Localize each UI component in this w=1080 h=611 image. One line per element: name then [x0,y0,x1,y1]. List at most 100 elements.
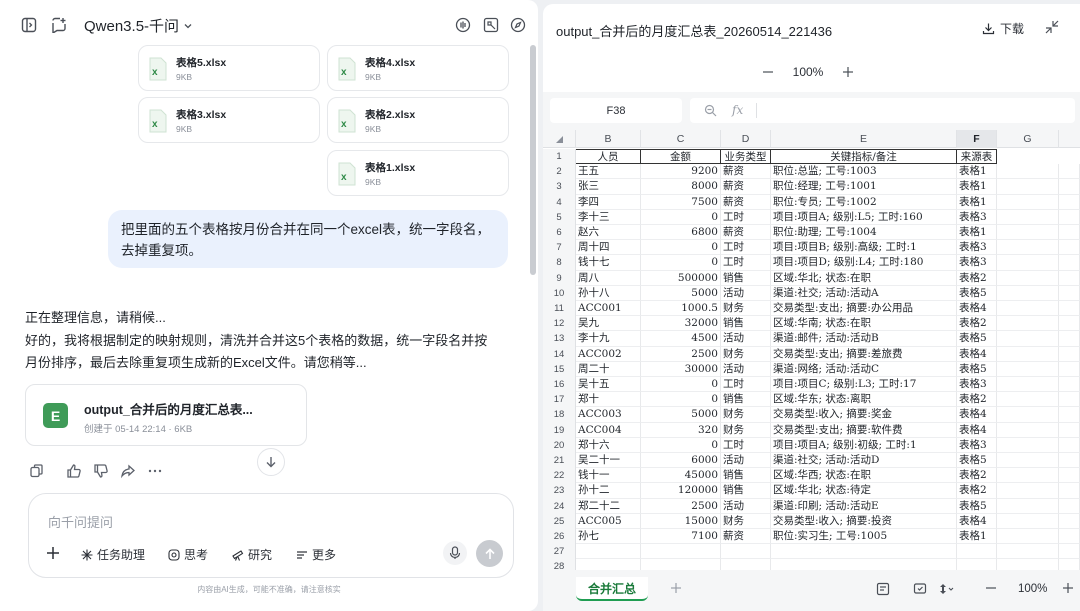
cell-name-box[interactable]: F38 [550,98,682,123]
zoom-out-icon[interactable] [985,582,997,594]
sheet-list-icon[interactable] [876,582,890,596]
sheet-cell[interactable]: 表格2 [957,483,997,499]
sheet-cell[interactable] [957,559,997,570]
download-button[interactable]: 下载 [982,20,1024,37]
image-icon[interactable] [482,16,500,34]
sheet-cell[interactable]: 表格4 [957,346,997,362]
sheet-cell[interactable] [1059,392,1080,408]
add-sheet-icon[interactable] [670,582,682,594]
row-number[interactable]: 26 [543,529,576,545]
column-header[interactable]: E [771,130,957,148]
row-number[interactable]: 11 [543,301,576,317]
research-button[interactable]: 研究 [232,546,272,563]
row-number[interactable]: 19 [543,422,576,438]
column-header[interactable]: B [576,130,641,148]
sheet-cell[interactable]: 财务 [721,301,771,317]
sheet-cell[interactable]: 区域:华北; 状态:在职 [771,270,957,286]
sheet-cell[interactable] [997,377,1059,393]
sheet-cell[interactable] [1059,453,1080,469]
sheet-cell[interactable] [997,316,1059,332]
sheet-cell[interactable]: 李四 [576,194,641,210]
more-options-icon[interactable] [147,463,163,479]
sheet-cell[interactable]: 工时 [721,209,771,225]
sheet-cell[interactable]: 职位:实习生; 工号:1005 [771,529,957,545]
sheet-cell[interactable]: 项目:项目D; 级别:L4; 工时:180 [771,255,957,271]
sheet-cell[interactable]: 交易类型:收入; 摘要:投资 [771,513,957,529]
send-icon[interactable] [476,540,503,567]
search-icon[interactable] [704,104,717,117]
sheet-cell[interactable]: 渠道:社交; 活动:活动D [771,453,957,469]
chat-input-placeholder[interactable]: 向千问提问 [48,512,113,531]
sheet-cell[interactable]: 表格5 [957,331,997,347]
sheet-cell[interactable] [1059,209,1080,225]
sheet-cell[interactable]: 7500 [641,194,721,210]
sheet-cell[interactable] [1059,194,1080,210]
sheet-cell[interactable]: 32000 [641,316,721,332]
row-number[interactable]: 8 [543,255,576,271]
sheet-cell[interactable]: 表格1 [957,225,997,241]
sheet-cell[interactable] [997,407,1059,423]
sheet-cell[interactable]: 2500 [641,498,721,514]
sheet-cell[interactable]: 项目:项目A; 级别:初级; 工时:1 [771,437,957,453]
sheet-cell[interactable]: 人员 [576,149,641,165]
sheet-cell[interactable]: 0 [641,437,721,453]
sheet-cell[interactable]: 钱十七 [576,255,641,271]
sheet-cell[interactable]: 表格3 [957,377,997,393]
row-number[interactable]: 7 [543,240,576,256]
sheet-cell[interactable]: 交易类型:支出; 摘要:办公用品 [771,301,957,317]
sheet-cell[interactable] [1059,285,1080,301]
sheet-cell[interactable] [997,240,1059,256]
sheet-cell[interactable]: 表格3 [957,240,997,256]
row-number[interactable]: 27 [543,544,576,560]
sheet-cell[interactable] [1059,164,1080,180]
voice-call-icon[interactable] [454,16,472,34]
sheet-cell[interactable]: 活动 [721,331,771,347]
collapse-icon[interactable] [1045,20,1059,34]
sheet-cell[interactable]: 交易类型:支出; 摘要:软件费 [771,422,957,438]
sheet-cell[interactable]: 孙十八 [576,285,641,301]
copy-icon[interactable] [29,463,45,479]
row-number[interactable]: 12 [543,316,576,332]
row-number[interactable]: 4 [543,194,576,210]
sheet-cell[interactable] [1059,544,1080,560]
sheet-cell[interactable]: 320 [641,422,721,438]
file-attachment[interactable]: x 表格4.xlsx 9KB [327,45,509,91]
sheet-cell[interactable] [997,301,1059,317]
file-attachment[interactable]: x 表格2.xlsx 9KB [327,97,509,143]
row-number[interactable]: 9 [543,270,576,286]
sheet-cell[interactable]: 吴十五 [576,377,641,393]
sheet-cell[interactable]: ACC005 [576,513,641,529]
sheet-cell[interactable]: 0 [641,209,721,225]
sheet-cell[interactable] [771,559,957,570]
sheet-cell[interactable] [1059,377,1080,393]
sheet-cell[interactable]: 财务 [721,346,771,362]
sheet-cell[interactable] [997,270,1059,286]
sheet-cell[interactable] [997,544,1059,560]
sheet-cell[interactable]: 45000 [641,468,721,484]
zoom-in-icon[interactable] [842,66,854,78]
sheet-cell[interactable]: 张三 [576,179,641,195]
sheet-cell[interactable]: 销售 [721,483,771,499]
sheet-grid[interactable]: B C D E F G 1 人员 金额 业务类型 关键指标/备注 来源表 2 王五 9200 薪资… [543,130,1080,570]
file-attachment[interactable]: x 表格1.xlsx 9KB [327,150,509,196]
sheet-cell[interactable]: 销售 [721,392,771,408]
sheet-cell[interactable]: 0 [641,240,721,256]
sheet-cell[interactable]: 关键指标/备注 [771,149,957,165]
sheet-cell[interactable]: 业务类型 [721,149,771,165]
sheet-cell[interactable]: 销售 [721,270,771,286]
sheet-cell[interactable]: 区域:华东; 状态:离职 [771,392,957,408]
share-icon[interactable] [120,463,136,479]
sheet-cell[interactable]: 0 [641,255,721,271]
sheet-cell[interactable]: 表格5 [957,285,997,301]
column-header[interactable]: F [957,130,997,148]
sheet-cell[interactable]: 2500 [641,346,721,362]
sheet-cell[interactable] [1059,437,1080,453]
sheet-cell[interactable] [997,179,1059,195]
sheet-cell[interactable]: ACC002 [576,346,641,362]
file-attachment[interactable]: x 表格5.xlsx 9KB [138,45,320,91]
row-number[interactable]: 13 [543,331,576,347]
sheet-cell[interactable] [1059,483,1080,499]
sheet-cell[interactable] [997,422,1059,438]
sheet-cell[interactable]: 渠道:社交; 活动:活动A [771,285,957,301]
compass-icon[interactable] [509,16,527,34]
